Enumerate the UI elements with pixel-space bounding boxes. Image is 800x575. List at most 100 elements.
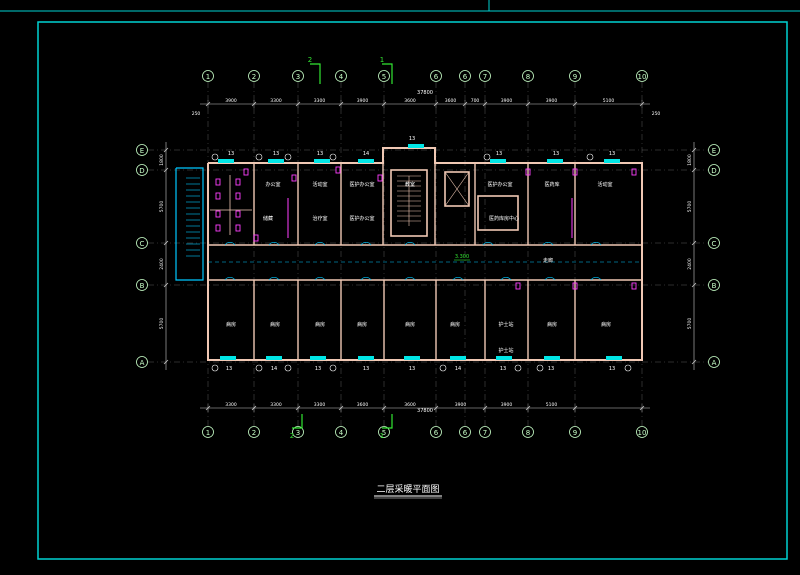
axis-label-col-3: 3 (296, 73, 300, 81)
dim-text-top-6: 700 (471, 98, 480, 104)
axis-label-row-C: C (712, 240, 717, 248)
room-south-8: 病房 (601, 321, 611, 328)
room-south-2: 病房 (315, 321, 325, 328)
room-north-lower-1: 治疗室 (312, 215, 327, 222)
axis-label-col-1: 1 (206, 429, 210, 437)
dim-text-bottom-0: 3300 (225, 402, 237, 408)
dim-text-top-2: 3300 (314, 98, 326, 104)
radiator-tag-4: 13 (409, 136, 415, 142)
dim-text-top-7: 3900 (501, 98, 513, 104)
radiator-tag-12: 13 (409, 366, 415, 372)
radiator-tag-1: 13 (273, 151, 279, 157)
axis-label-col-7: 7 (483, 429, 487, 437)
axis-label-col-9: 9 (573, 429, 577, 437)
drawing-title: 二层采暖平面图 (376, 483, 439, 495)
dim-end-offset-left: 250 (192, 111, 201, 117)
radiator-tag-7: 13 (609, 151, 615, 157)
room-north-lower-2: 医护办公室 (349, 215, 374, 222)
room-north-2: 医护办公室 (349, 181, 374, 188)
axis-label-col-9: 9 (573, 73, 577, 81)
radiator-tag-8: 13 (226, 366, 232, 372)
axis-label-col-10: 10 (638, 429, 647, 437)
axis-label-col-8: 8 (526, 73, 530, 81)
axis-label-col-6a: 6 (463, 429, 468, 437)
dim-end-offset-right: 250 (652, 111, 661, 117)
room-south-4: 病房 (405, 321, 415, 328)
radiator-4 (408, 144, 424, 148)
section-mark-label-2: 2 (290, 432, 294, 440)
radiator-tag-3: 14 (363, 151, 369, 157)
dim-total-bottom: 37800 (417, 408, 433, 414)
axis-label-row-A: A (140, 359, 145, 367)
radiator-12 (404, 356, 420, 360)
radiator-tag-9: 14 (271, 366, 277, 372)
radiator-9 (266, 356, 282, 360)
room-south-6: 护士站 (498, 321, 513, 328)
radiator-3 (358, 159, 374, 163)
dim-text-top-5: 3600 (445, 98, 457, 104)
dim-text-top-0: 3900 (225, 98, 237, 104)
dim-text-bottom-7: 5100 (546, 402, 558, 408)
dim-text-top-8: 3900 (546, 98, 558, 104)
axis-label-col-10: 10 (638, 73, 647, 81)
room-south-3: 病房 (357, 321, 367, 328)
section-mark-label-1: 1 (380, 56, 384, 64)
dim-text-bottom-4: 3600 (404, 402, 416, 408)
room-north-0: 办公室 (265, 181, 280, 188)
dim-text-bottom-3: 3600 (357, 402, 369, 408)
dim-text-bottom-6: 3900 (501, 402, 513, 408)
dim-text-left-1: 5700 (159, 201, 165, 213)
radiator-11 (358, 356, 374, 360)
room-north-1: 活动室 (312, 181, 327, 188)
axis-label-col-5: 5 (382, 73, 386, 81)
radiator-15 (544, 356, 560, 360)
axis-label-col-4: 4 (339, 73, 344, 81)
radiator-8 (220, 356, 236, 360)
dim-text-left-3: 5700 (159, 318, 165, 330)
axis-label-col-6a: 6 (463, 73, 468, 81)
axis-label-col-8: 8 (526, 429, 530, 437)
dim-total-top: 37800 (417, 90, 433, 96)
axis-label-col-3: 3 (296, 429, 300, 437)
dim-text-right-0: 1800 (687, 154, 693, 166)
dim-text-bottom-1: 3300 (270, 402, 282, 408)
room-south-label-2: 护士站 (498, 347, 513, 354)
room-corridor: 走廊 (543, 257, 553, 264)
axis-label-row-D: D (139, 167, 144, 175)
radiator-tag-14: 13 (500, 366, 506, 372)
dim-text-right-1: 5700 (687, 201, 693, 213)
axis-label-row-A: A (712, 359, 717, 367)
elevation-mark-text: 3.300 (455, 254, 469, 260)
room-north-5: 医药库 (544, 181, 559, 188)
axis-label-col-2: 2 (252, 429, 256, 437)
dim-text-bottom-2: 3300 (314, 402, 326, 408)
dim-text-bottom-5: 3900 (455, 402, 467, 408)
cad-drawing-canvas: 112233445566667788991010E ED DC CB BA A2 12 1 3… (0, 0, 800, 575)
axis-label-row-D: D (711, 167, 716, 175)
room-south-1: 病房 (270, 321, 280, 328)
radiator-tag-6: 13 (553, 151, 559, 157)
dim-text-right-3: 5700 (687, 318, 693, 330)
radiator-1 (268, 159, 284, 163)
radiator-10 (310, 356, 326, 360)
radiator-tag-10: 13 (315, 366, 321, 372)
radiator-tag-5: 13 (496, 151, 502, 157)
room-south-5: 病房 (450, 321, 460, 328)
room-north-6: 活动室 (597, 181, 612, 188)
radiator-2 (314, 159, 330, 163)
room-south-7: 病房 (547, 321, 557, 328)
room-north-lower-0: 储藏 (263, 215, 273, 222)
radiator-13 (450, 356, 466, 360)
section-mark-label-0: 2 (308, 56, 312, 64)
axis-label-row-B: B (140, 282, 145, 290)
dim-text-right-2: 2400 (687, 258, 693, 270)
dim-text-top-9: 5100 (603, 98, 615, 104)
room-north-lower-3: 医药库房中心 (489, 215, 519, 222)
axis-label-col-6: 6 (434, 429, 439, 437)
axis-label-col-2: 2 (252, 73, 256, 81)
room-north-4: 医护办公室 (487, 181, 512, 188)
axis-label-row-E: E (712, 147, 716, 155)
axis-label-col-1: 1 (206, 73, 210, 81)
radiator-16 (606, 356, 622, 360)
dim-text-top-3: 3900 (357, 98, 369, 104)
